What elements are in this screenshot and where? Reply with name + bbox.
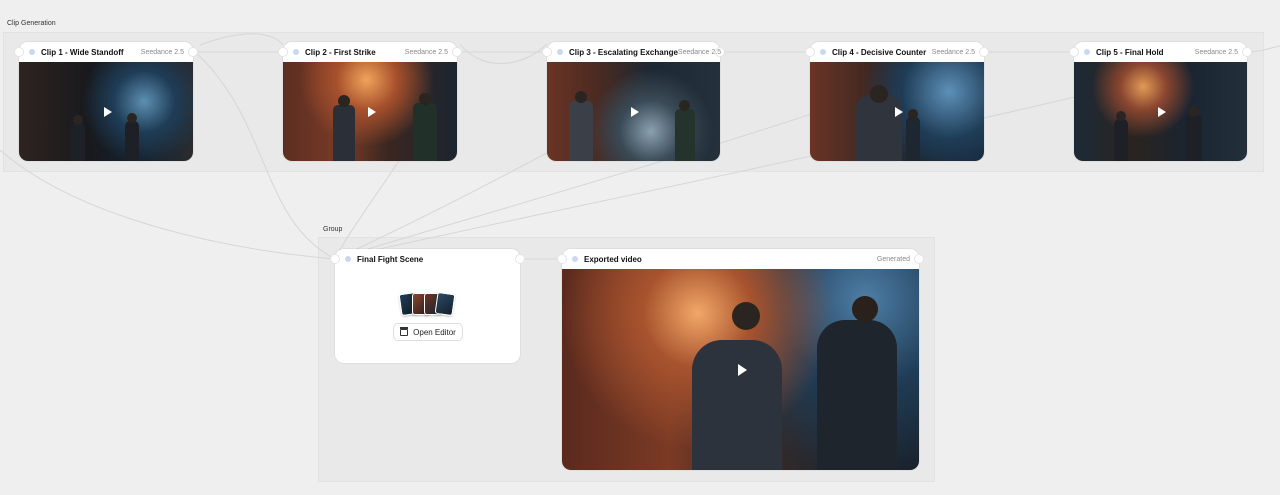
fighter-head [127,113,137,123]
clip-node-1[interactable]: Clip 1 - Wide Standoff Seedance 2.5 [14,42,198,161]
clip-title: Clip 5 - Final Hold [1096,47,1164,57]
fighter-silhouette [1114,119,1128,161]
play-icon[interactable] [737,363,747,376]
model-badge: Seedance 2.5 [931,48,975,56]
model-badge: Seedance 2.5 [404,48,448,56]
fighter-head [73,115,83,125]
fighter-head [679,100,690,111]
fighter-silhouette [333,105,355,161]
clip-thumbnail[interactable] [283,62,457,161]
open-editor-button[interactable]: Open Editor [393,323,463,341]
group-label: Group [323,226,343,233]
fighter-silhouette [856,95,902,161]
status-badge: Generated [876,255,910,263]
scene-title: Final Fight Scene [357,254,424,264]
fighter-head [870,85,888,103]
fighter-head [1188,106,1199,117]
fighter-silhouette [817,320,897,470]
clip-thumbnail[interactable] [1074,62,1247,161]
fighter-silhouette [675,109,695,161]
node-header: Clip 3 - Escalating Exchange Seedance 2.… [547,42,722,62]
clip-title: Clip 1 - Wide Standoff [41,47,124,57]
fighter-head [852,296,878,322]
fighter-head [908,109,918,119]
play-icon[interactable] [631,106,639,117]
play-icon[interactable] [1158,106,1166,117]
clip-node-3[interactable]: Clip 3 - Escalating Exchange Seedance 2.… [542,42,725,161]
clip-node-5[interactable]: Clip 5 - Final Hold Seedance 2.5 [1069,42,1252,161]
clip-preview-stack [398,291,456,317]
node-header: Clip 4 - Decisive Counter Seedance 2.5 [810,42,984,62]
model-badge: Seedance 2.5 [140,48,184,56]
fighter-head [419,93,431,105]
status-dot-icon [29,49,35,55]
clip-node-2[interactable]: Clip 2 - First Strike Seedance 2.5 [278,42,462,161]
clip-thumbnail[interactable] [19,62,193,161]
fighter-silhouette [413,103,437,161]
clip-title: Clip 3 - Escalating Exchange [569,47,678,57]
fighter-head [732,302,760,330]
node-header: Clip 5 - Final Hold Seedance 2.5 [1074,42,1247,62]
node-header: Clip 1 - Wide Standoff Seedance 2.5 [19,42,193,62]
status-dot-icon [293,49,299,55]
export-title: Exported video [584,254,642,264]
exported-video-node[interactable]: Exported video Generated [557,249,924,470]
exported-video-player[interactable] [562,269,919,470]
node-header: Final Fight Scene [335,249,520,269]
preview-thumb [434,291,456,317]
clip-node-4[interactable]: Clip 4 - Decisive Counter Seedance 2.5 [805,42,989,161]
final-fight-scene-node[interactable]: Final Fight Scene Open Editor [330,249,525,363]
clip-title: Clip 4 - Decisive Counter [832,47,927,57]
fighter-silhouette [71,123,85,161]
node-header: Exported video Generated [562,249,919,269]
clip-generation-group-label: Clip Generation [7,20,56,27]
status-dot-icon [820,49,826,55]
fighter-silhouette [569,101,593,161]
fighter-silhouette [906,117,920,161]
model-badge: Seedance 2.5 [1194,48,1238,56]
open-editor-label: Open Editor [413,327,456,337]
play-icon[interactable] [894,106,903,117]
fighter-silhouette [692,340,782,470]
play-icon[interactable] [367,106,376,117]
fighter-head [1116,111,1126,121]
node-header: Clip 2 - First Strike Seedance 2.5 [283,42,457,62]
clip-thumbnail[interactable] [810,62,984,161]
fighter-head [575,91,587,103]
fighter-silhouette [125,121,139,161]
clip-thumbnail[interactable] [547,62,720,161]
clip-title: Clip 2 - First Strike [305,47,376,57]
canvas[interactable]: Clip Generation Group Clip 1 - Wide Stan… [0,0,1280,495]
status-dot-icon [572,256,578,262]
fighter-silhouette [1186,115,1202,161]
clapperboard-icon [400,326,409,336]
status-dot-icon [557,49,563,55]
status-dot-icon [1084,49,1090,55]
model-badge: Seedance 2.5 [677,48,722,56]
fighter-head [338,95,350,107]
status-dot-icon [345,256,351,262]
play-icon[interactable] [103,106,112,117]
